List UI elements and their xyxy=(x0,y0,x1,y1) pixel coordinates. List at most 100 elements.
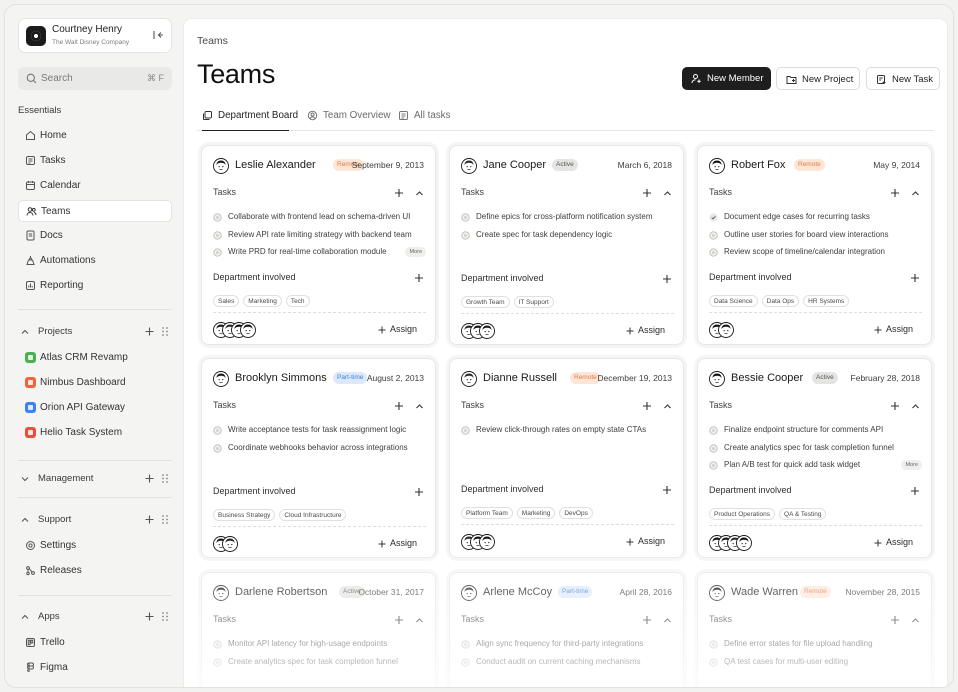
add-department-icon[interactable] xyxy=(414,273,424,283)
sidebar-item-trello[interactable]: Trello xyxy=(18,632,172,654)
member-avatar[interactable] xyxy=(479,323,495,339)
tab-all-tasks[interactable]: All tasks xyxy=(398,107,453,131)
task-item[interactable]: Create analytics spec for task completio… xyxy=(709,442,922,455)
drag-handle-icon[interactable] xyxy=(161,514,169,525)
management-group-header[interactable]: Management xyxy=(18,470,172,488)
breadcrumb[interactable]: Teams xyxy=(197,35,228,47)
department-tag[interactable]: Cloud Infrastructure xyxy=(279,509,347,521)
add-task-icon[interactable] xyxy=(642,401,652,411)
member-card[interactable]: Arlene McCoy Part-time April 28, 2016 Tasks… xyxy=(449,572,684,687)
task-status-icon[interactable] xyxy=(213,657,222,667)
add-project-icon[interactable] xyxy=(144,326,155,337)
task-item[interactable]: Review click-through rates on empty stat… xyxy=(461,424,674,437)
department-tag[interactable]: Marketing xyxy=(516,507,556,519)
member-avatar[interactable] xyxy=(240,322,256,338)
task-status-icon[interactable] xyxy=(709,230,718,240)
department-tag[interactable]: Product Operations xyxy=(709,508,776,520)
support-group-header[interactable]: Support xyxy=(18,511,172,529)
member-avatar[interactable] xyxy=(479,534,495,550)
sidebar-item-tasks[interactable]: Tasks xyxy=(18,150,172,172)
department-tag[interactable]: Growth Team xyxy=(461,296,510,308)
chevron-up-icon[interactable] xyxy=(911,402,920,411)
assign-button[interactable]: Assign xyxy=(378,323,424,337)
task-item[interactable]: Create analytics spec for task completio… xyxy=(213,656,426,669)
add-task-icon[interactable] xyxy=(642,615,652,625)
member-card[interactable]: Wade Warren Remote November 28, 2015 Tasks D… xyxy=(697,572,932,687)
member-card[interactable]: Bessie Cooper Active February 28, 2018 Task… xyxy=(697,358,932,558)
add-department-icon[interactable] xyxy=(910,486,920,496)
assign-button[interactable]: Assign xyxy=(874,536,920,550)
add-task-icon[interactable] xyxy=(394,401,404,411)
chevron-up-icon[interactable] xyxy=(415,402,424,411)
search-box[interactable]: ⌘ F xyxy=(18,67,172,90)
member-card[interactable]: Jane Cooper Active March 6, 2018 Tasks Defin… xyxy=(449,145,684,345)
department-tag[interactable]: Tech xyxy=(285,295,310,307)
task-status-icon[interactable] xyxy=(461,230,470,240)
department-tag[interactable]: HR Systems xyxy=(803,295,850,307)
sidebar-project-atlas[interactable]: Atlas CRM Revamp xyxy=(18,347,172,369)
chevron-up-icon[interactable] xyxy=(20,515,30,525)
member-avatar[interactable] xyxy=(222,536,238,552)
add-department-icon[interactable] xyxy=(662,485,672,495)
apps-group-header[interactable]: Apps xyxy=(18,608,172,626)
add-task-icon[interactable] xyxy=(394,615,404,625)
drag-handle-icon[interactable] xyxy=(161,473,169,484)
member-card[interactable]: Dianne Russell Remote December 19, 2013 Tas… xyxy=(449,358,684,558)
task-status-icon[interactable] xyxy=(461,640,470,649)
member-card[interactable]: Brooklyn Simmons Part-time August 2, 2013 T… xyxy=(201,358,436,558)
new-task-button[interactable]: New Task xyxy=(866,67,940,90)
assign-button[interactable]: Assign xyxy=(874,323,920,337)
add-task-icon[interactable] xyxy=(642,188,652,198)
sidebar-item-calendar[interactable]: Calendar xyxy=(18,175,172,197)
department-tag[interactable]: Data Science xyxy=(709,295,758,307)
task-done-icon[interactable] xyxy=(709,213,718,222)
sidebar-item-home[interactable]: Home xyxy=(18,125,172,147)
drag-handle-icon[interactable] xyxy=(161,611,169,622)
sidebar-item-docs[interactable]: Docs xyxy=(18,225,172,247)
task-status-icon[interactable] xyxy=(709,248,718,257)
task-status-icon[interactable] xyxy=(461,213,470,222)
sidebar-item-reporting[interactable]: Reporting xyxy=(18,275,172,297)
projects-group-header[interactable]: Projects xyxy=(18,323,172,341)
assign-button[interactable]: Assign xyxy=(626,324,672,338)
task-item[interactable]: Conduct audit on current caching mechani… xyxy=(461,656,674,669)
workspace-switcher[interactable]: Courtney Henry The Walt Disney Company xyxy=(18,18,172,53)
task-item[interactable]: Outline user stories for board view inte… xyxy=(709,229,922,242)
task-item[interactable]: Coordinate webhooks behavior across inte… xyxy=(213,442,426,455)
add-task-icon[interactable] xyxy=(890,401,900,411)
task-status-icon[interactable] xyxy=(709,426,718,435)
task-item[interactable]: Document edge cases for recurring tasks xyxy=(709,211,922,224)
task-status-icon[interactable] xyxy=(213,443,222,453)
member-card[interactable]: Darlene Robertson Active October 31, 2017 T… xyxy=(201,572,436,687)
add-department-icon[interactable] xyxy=(910,273,920,283)
task-status-icon[interactable] xyxy=(213,213,222,222)
add-support-icon[interactable] xyxy=(144,514,155,525)
tab-team-overview[interactable]: Team Overview xyxy=(307,107,391,131)
member-avatar[interactable] xyxy=(736,535,752,551)
department-tag[interactable]: QA & Testing xyxy=(779,508,827,520)
task-status-icon[interactable] xyxy=(709,461,718,470)
sidebar-item-releases[interactable]: Releases xyxy=(18,560,172,582)
sidebar-item-settings[interactable]: Settings xyxy=(18,535,172,557)
department-tag[interactable]: Platform Team xyxy=(461,507,513,519)
sidebar-item-teams[interactable]: Teams xyxy=(18,200,172,222)
tab-department-board[interactable]: Department Board xyxy=(202,107,298,131)
task-status-icon[interactable] xyxy=(213,640,222,649)
task-status-icon[interactable] xyxy=(213,230,222,240)
member-card[interactable]: Robert Fox Remote May 9, 2014 Tasks Document… xyxy=(697,145,932,345)
task-item[interactable]: Plan A/B test for quick add task widget M… xyxy=(709,459,922,472)
department-tag[interactable]: Data Ops xyxy=(761,295,800,307)
add-department-icon[interactable] xyxy=(414,487,424,497)
sidebar-project-orion[interactable]: Orion API Gateway xyxy=(18,397,172,419)
add-management-icon[interactable] xyxy=(144,473,155,484)
add-task-icon[interactable] xyxy=(890,615,900,625)
task-item[interactable]: Review API rate limiting strategy with b… xyxy=(213,229,426,242)
task-item[interactable]: Write PRD for real-time collaboration mo… xyxy=(213,246,426,259)
new-member-button[interactable]: New Member xyxy=(682,67,771,90)
chevron-up-icon[interactable] xyxy=(663,189,672,198)
department-tag[interactable]: Marketing xyxy=(243,295,282,307)
drag-handle-icon[interactable] xyxy=(161,326,169,337)
sidebar-item-automations[interactable]: Automations xyxy=(18,250,172,272)
chevron-up-icon[interactable] xyxy=(20,327,30,337)
add-task-icon[interactable] xyxy=(890,188,900,198)
